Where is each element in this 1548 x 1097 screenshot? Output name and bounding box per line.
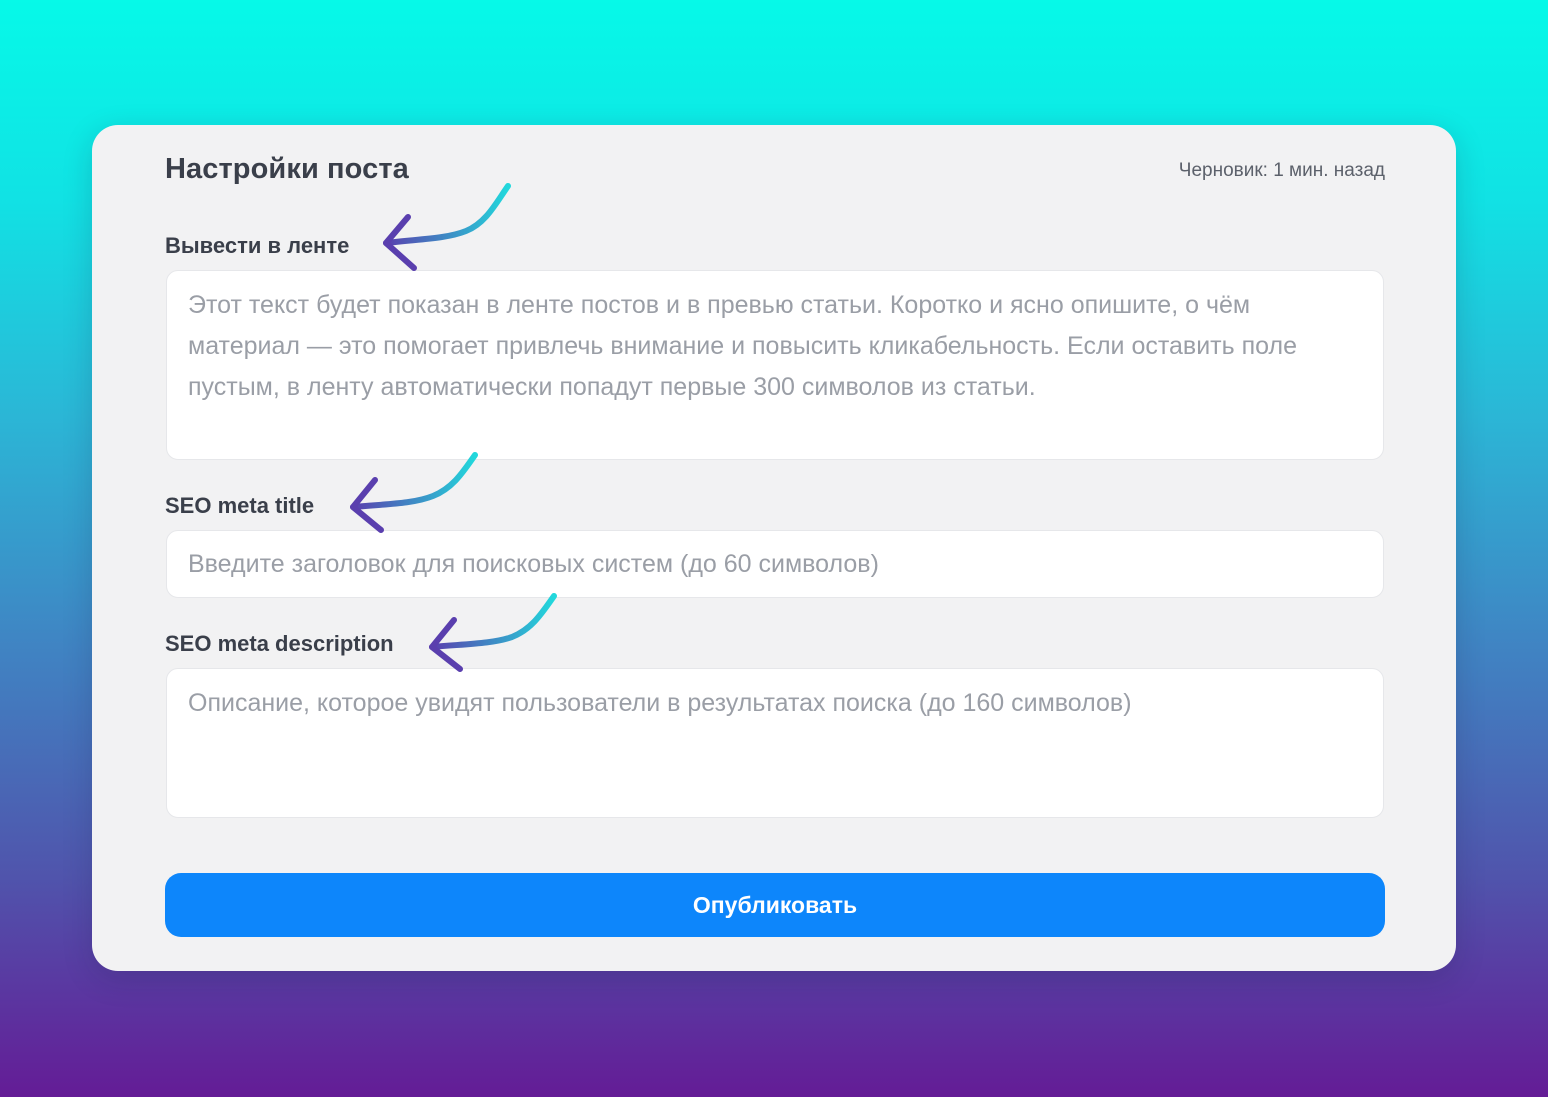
feed-label: Вывести в ленте (165, 233, 350, 258)
curved-arrow-icon (383, 183, 511, 271)
page-title: Настройки поста (165, 153, 409, 185)
seo-title-input[interactable] (166, 530, 1384, 598)
seo-title-label: SEO meta title (165, 493, 315, 518)
publish-button[interactable]: Опубликовать (165, 873, 1385, 937)
curved-arrow-icon (429, 593, 557, 672)
seo-description-label: SEO meta description (165, 631, 394, 656)
post-settings-card: Настройки поста Черновик: 1 мин. назад В… (92, 125, 1456, 971)
seo-description-textarea[interactable] (166, 668, 1384, 818)
curved-arrow-icon (350, 452, 478, 533)
draft-status: Черновик: 1 мин. назад (1178, 160, 1385, 181)
feed-excerpt-textarea[interactable] (166, 270, 1384, 460)
